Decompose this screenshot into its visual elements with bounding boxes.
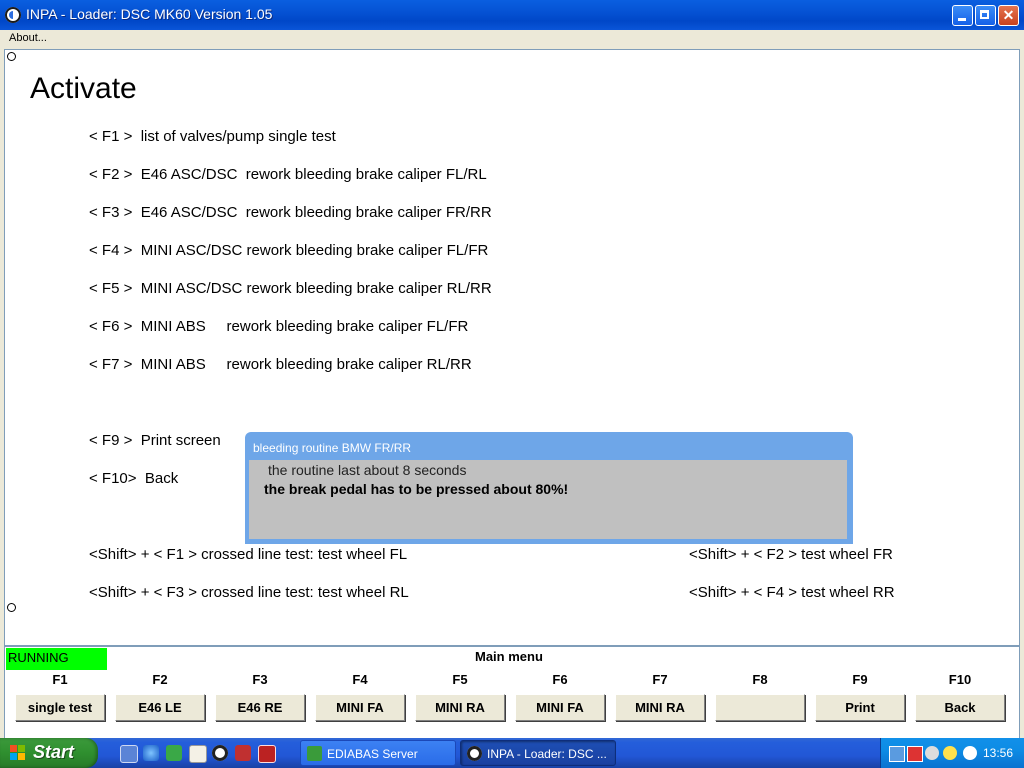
option-f10: < F10> Back [89,470,179,487]
option-shift-f2: <Shift> + < F2 > test wheel FR [689,546,893,563]
option-f6: < F6 > MINI ABS rework bleeding brake ca… [89,318,469,335]
connection-tray-icon[interactable] [943,746,957,760]
bleeding-dialog: bleeding routine BMW FR/RR the routine l… [245,432,853,544]
notepad-quicklaunch-icon[interactable] [189,745,207,763]
start-label: Start [33,742,75,762]
dialog-message: the routine last about 8 seconds [268,462,467,478]
window-title: INPA - Loader: DSC MK60 Version 1.05 [26,6,273,22]
option-f9: < F9 > Print screen [89,432,221,449]
ediabas-icon [307,746,322,761]
page-title: Activate [30,72,137,105]
shield-tray-icon[interactable] [907,746,923,762]
power-tray-icon[interactable] [963,746,977,760]
title-bar: INPA - Loader: DSC MK60 Version 1.05 ✕ [0,0,1024,30]
dialog-body: the routine last about 8 seconds the bre… [249,460,847,539]
fkey-label-f5: F5 [452,672,468,687]
menu-bar: About... [0,30,1024,48]
close-button[interactable]: ✕ [998,5,1019,26]
media-quicklaunch-icon[interactable] [166,745,182,761]
option-shift-f3: <Shift> + < F3 > crossed line test: test… [89,584,409,601]
dialog-warning: the break pedal has to be pressed about … [264,481,569,497]
fkey-label-f1: F1 [52,672,68,687]
task-inpa-loader[interactable]: INPA - Loader: DSC ... [460,740,616,766]
dialog-title: bleeding routine BMW FR/RR [253,441,412,455]
fkey-label-f4: F4 [352,672,368,687]
close-icon: ✕ [1002,7,1015,23]
fkey-label-f2: F2 [152,672,168,687]
menu-name: Main menu [475,649,543,664]
fkey-label-f8: F8 [752,672,768,687]
save-quicklaunch-icon[interactable] [258,745,276,763]
desktop-quicklaunch-icon[interactable] [120,745,138,763]
fkey-label-f3: F3 [252,672,268,687]
task-label: INPA - Loader: DSC ... [487,747,607,761]
option-shift-f4: <Shift> + < F4 > test wheel RR [689,584,895,601]
fkey-label-f10: F10 [948,672,972,687]
f9-print-button[interactable]: Print [815,694,905,721]
f4-mini-fa-button[interactable]: MINI FA [315,694,405,721]
windows-flag-icon [10,745,27,761]
fkey-label-f6: F6 [552,672,568,687]
option-f5: < F5 > MINI ASC/DSC rework bleeding brak… [89,280,492,297]
option-f7: < F7 > MINI ABS rework bleeding brake ca… [89,356,472,373]
maximize-button[interactable] [975,5,996,26]
taskbar: Start EDIABAS Server INPA - Loader: DSC … [0,738,1024,768]
minimize-button[interactable] [952,5,973,26]
main-screen: Activate < F1 > list of valves/pump sing… [4,49,1020,646]
status-badge: RUNNING [6,648,107,670]
f2-e46-le-button[interactable]: E46 LE [115,694,205,721]
bmw-logo-icon[interactable] [5,7,21,23]
bmw-quicklaunch-icon[interactable] [212,745,228,761]
option-f3: < F3 > E46 ASC/DSC rework bleeding brake… [89,204,492,221]
f6-mini-fa-button[interactable]: MINI FA [515,694,605,721]
speaker-tray-icon[interactable] [925,746,939,760]
fkey-label-f9: F9 [852,672,868,687]
option-f4: < F4 > MINI ASC/DSC rework bleeding brak… [89,242,489,259]
task-label: EDIABAS Server [327,747,418,761]
network-tray-icon[interactable] [889,746,905,762]
tool-quicklaunch-icon[interactable] [235,745,251,761]
f10-back-button[interactable]: Back [915,694,1005,721]
f1-single-test-button[interactable]: single test [15,694,105,721]
minimize-icon [953,6,972,25]
task-ediabas-server[interactable]: EDIABAS Server [300,740,456,766]
f3-e46-re-button[interactable]: E46 RE [215,694,305,721]
menu-about[interactable]: About... [9,32,47,44]
corner-circle-icon [7,52,16,61]
option-f1: < F1 > list of valves/pump single test [89,128,336,145]
start-button[interactable]: Start [0,738,98,768]
maximize-icon [976,6,995,25]
f7-mini-ra-button[interactable]: MINI RA [615,694,705,721]
f5-mini-ra-button[interactable]: MINI RA [415,694,505,721]
system-tray: 13:56 [880,738,1024,768]
f8-empty-button[interactable] [715,694,805,721]
fkey-label-f7: F7 [652,672,668,687]
option-f2: < F2 > E46 ASC/DSC rework bleeding brake… [89,166,487,183]
option-shift-f1: <Shift> + < F1 > crossed line test: test… [89,546,408,563]
corner-circle-icon [7,603,16,612]
clock: 13:56 [983,746,1014,760]
ie-quicklaunch-icon[interactable] [143,745,159,761]
function-key-panel: RUNNING Main menu F1 F2 F3 F4 F5 F6 F7 F… [4,646,1020,742]
bmw-logo-icon [467,746,482,761]
